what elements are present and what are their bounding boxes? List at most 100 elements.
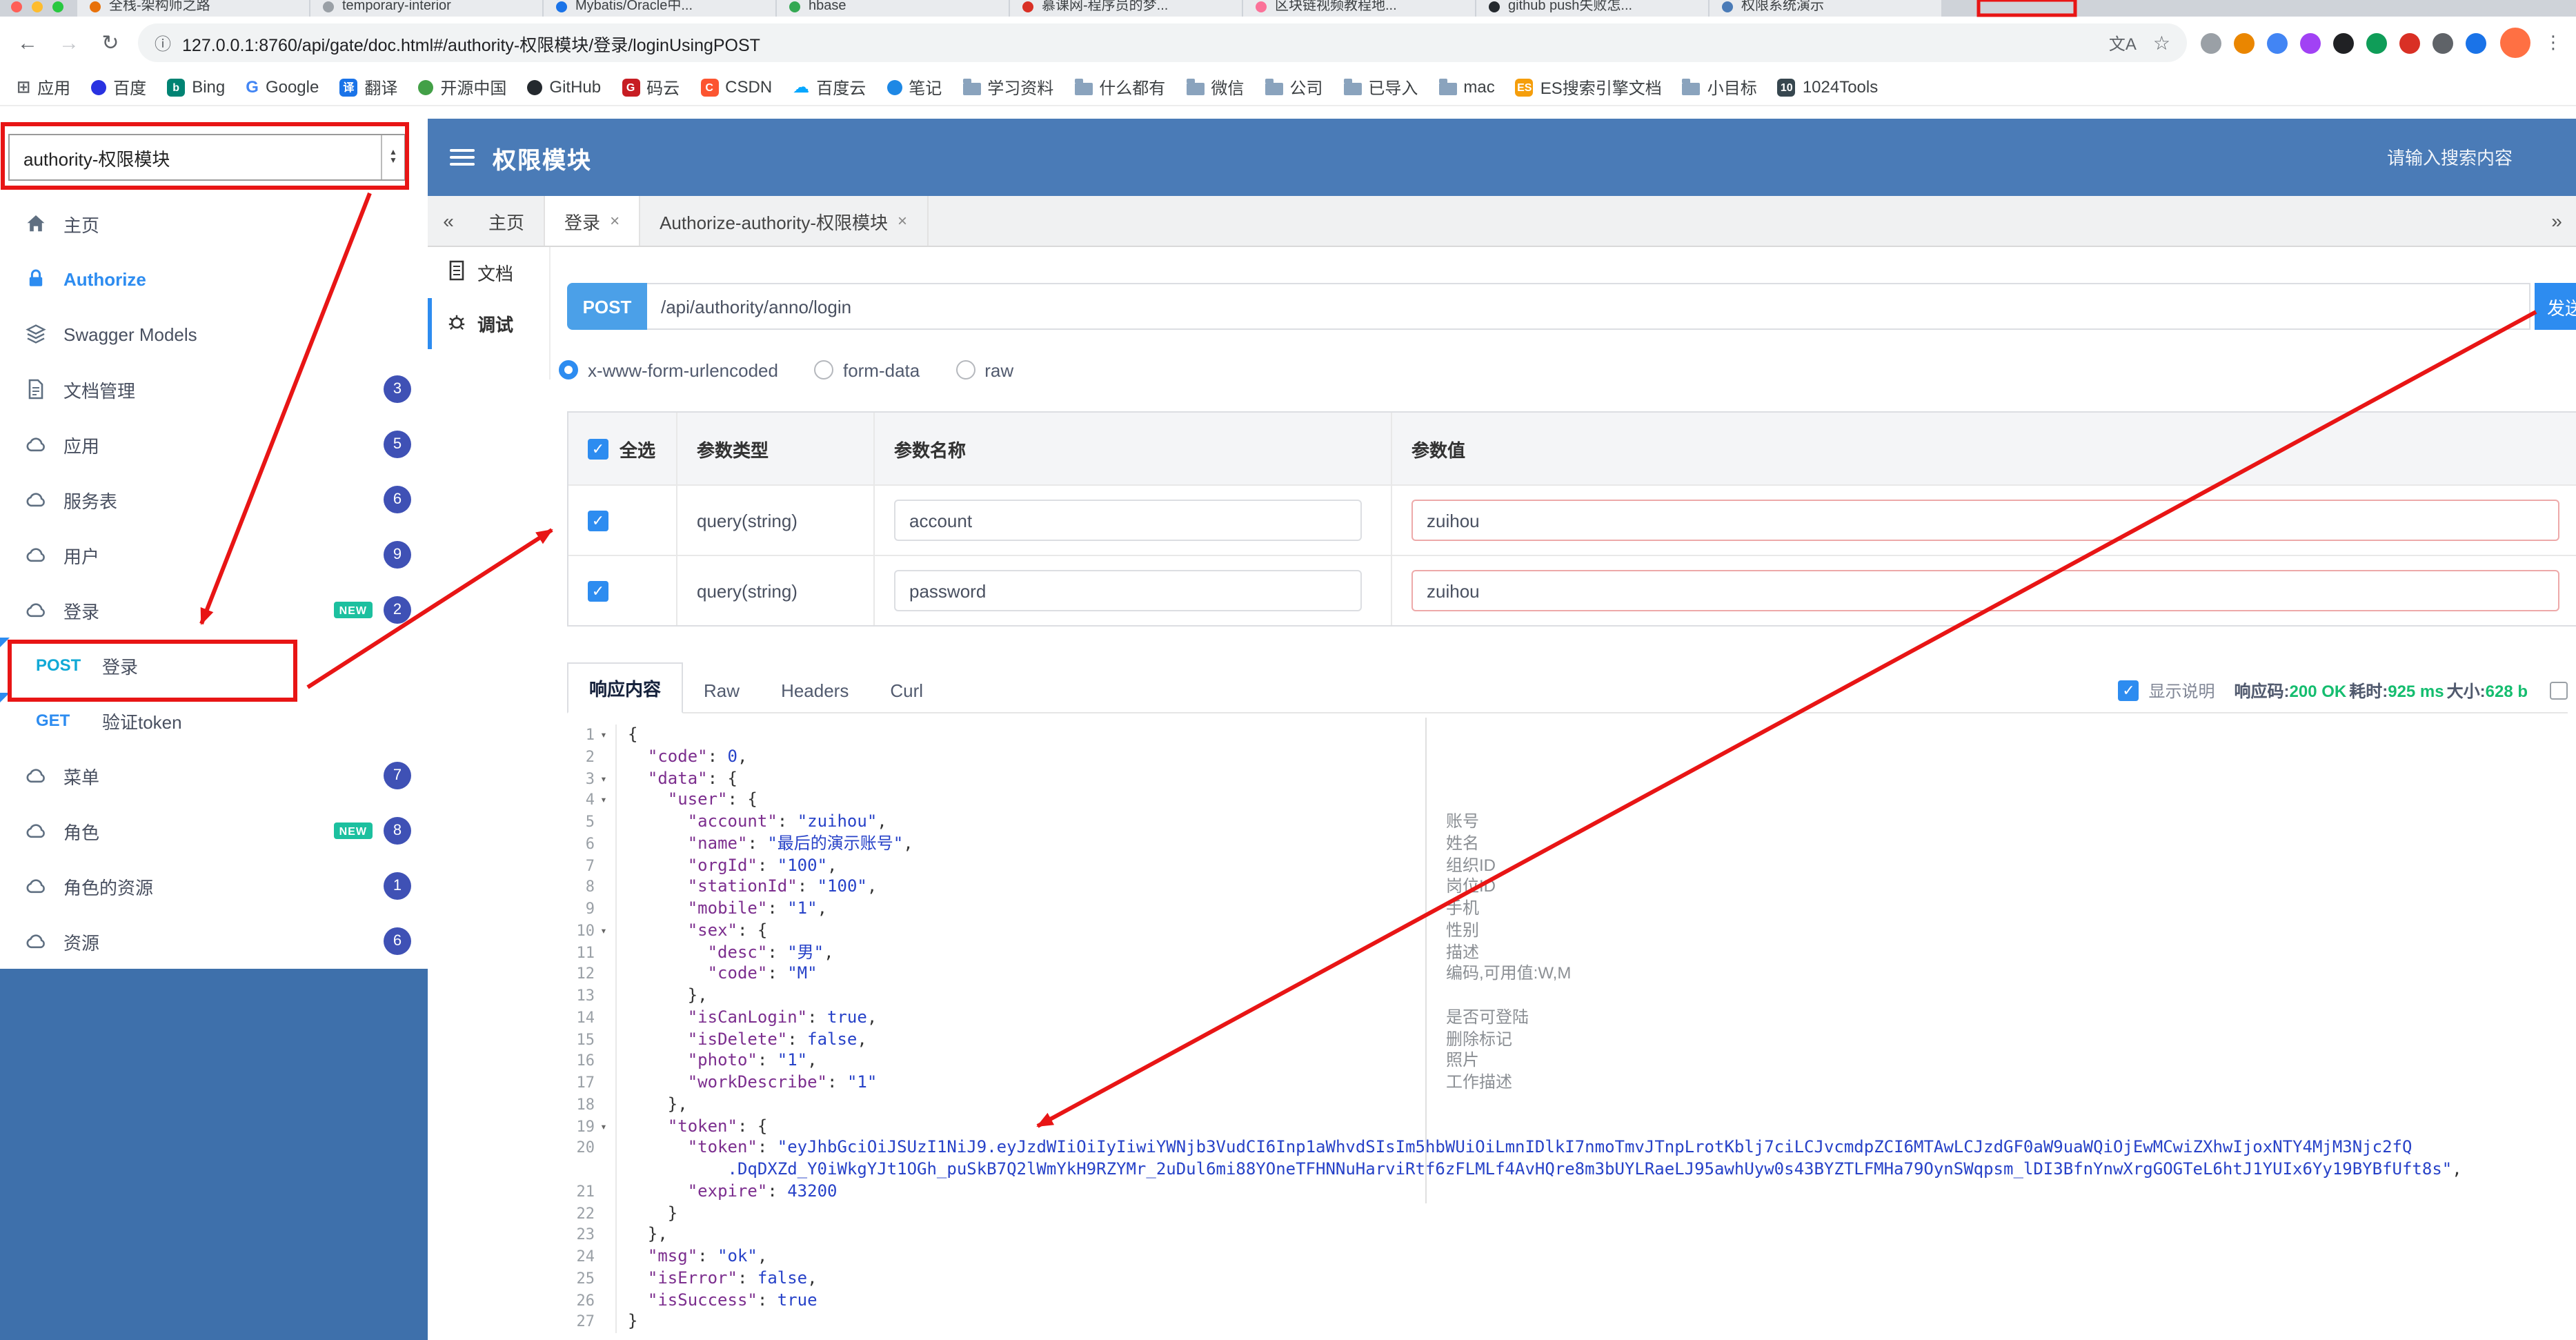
bookmark-item[interactable]: mac bbox=[1438, 77, 1495, 97]
select-all-checkbox[interactable]: ✓ bbox=[588, 438, 608, 459]
response-tab-响应内容[interactable]: 响应内容 bbox=[567, 662, 684, 713]
show-description-checkbox[interactable]: ✓ bbox=[2118, 680, 2139, 701]
bookmark-item[interactable]: 10 1024Tools bbox=[1777, 77, 1878, 97]
doc-nav-文档[interactable]: 文档 bbox=[428, 247, 549, 298]
param-checkbox[interactable]: ✓ bbox=[588, 580, 608, 601]
forward-icon[interactable]: → bbox=[55, 31, 83, 55]
browser-tab[interactable]: 全栈-架构师之路 bbox=[77, 0, 309, 17]
tabs-collapse-icon[interactable]: « bbox=[428, 196, 469, 246]
minimize-window-icon[interactable] bbox=[32, 1, 43, 12]
param-value-input[interactable]: zuihou bbox=[1411, 500, 2559, 541]
bookmark-star-icon[interactable]: ☆ bbox=[2153, 31, 2170, 55]
code-fold-icon[interactable]: ▾ bbox=[597, 725, 610, 747]
sidebar-item-resource[interactable]: 资源 6 bbox=[0, 914, 428, 969]
bookmark-item[interactable]: 什么都有 bbox=[1074, 75, 1165, 99]
bookmark-item[interactable]: b Bing bbox=[167, 77, 225, 97]
extension-icon[interactable] bbox=[2433, 32, 2453, 53]
select-spinner-icon[interactable]: ▲ ▼ bbox=[381, 135, 404, 179]
code-fold-icon[interactable]: ▾ bbox=[597, 768, 610, 790]
bookmark-item[interactable]: GitHub bbox=[527, 77, 601, 97]
response-tab-Raw[interactable]: Raw bbox=[683, 669, 760, 712]
sidebar-item-authorize[interactable]: Authorize bbox=[0, 251, 428, 306]
extension-icon[interactable] bbox=[2366, 32, 2387, 53]
translate-icon[interactable]: 文A bbox=[2109, 31, 2137, 55]
sidebar-item-role-resource[interactable]: 角色的资源 1 bbox=[0, 858, 428, 914]
content-tab[interactable]: 登录 × bbox=[545, 196, 641, 246]
extension-icon[interactable] bbox=[2234, 32, 2255, 53]
project-select[interactable]: authority-权限模块 ▲ ▼ bbox=[8, 134, 406, 181]
content-tab[interactable]: Authorize-authority-权限模块 × bbox=[640, 196, 929, 246]
bookmark-item[interactable]: 百度 bbox=[91, 75, 146, 99]
extension-icon[interactable] bbox=[2466, 32, 2486, 53]
code-fold-icon[interactable]: ▾ bbox=[597, 1116, 610, 1138]
extension-icon[interactable] bbox=[2333, 32, 2354, 53]
param-name-input[interactable]: password bbox=[894, 570, 1362, 611]
sidebar-item-user[interactable]: 用户 9 bbox=[0, 527, 428, 582]
extension-icon[interactable] bbox=[2300, 32, 2321, 53]
browser-menu-icon[interactable]: ⋮ bbox=[2544, 32, 2562, 54]
browser-tab[interactable]: github push失败怎... bbox=[1476, 0, 1708, 17]
bookmark-item[interactable]: ES ES搜索引擎文档 bbox=[1515, 75, 1662, 99]
bookmark-item[interactable]: 公司 bbox=[1265, 75, 1322, 99]
param-checkbox[interactable]: ✓ bbox=[588, 510, 608, 531]
browser-tab[interactable]: 区块链视频教程地... bbox=[1243, 0, 1475, 17]
request-path-input[interactable]: /api/authority/anno/login bbox=[647, 283, 2530, 330]
sidebar-item-login[interactable]: 登录 NEW 2 bbox=[0, 582, 428, 638]
sidebar-item-home[interactable]: 主页 bbox=[0, 196, 428, 251]
back-icon[interactable]: ← bbox=[14, 31, 41, 55]
sidebar-item-op-login[interactable]: POST 登录 bbox=[0, 638, 428, 693]
extension-icon[interactable] bbox=[2267, 32, 2288, 53]
param-value-input[interactable]: zuihou bbox=[1411, 570, 2559, 611]
bookmark-item[interactable]: G Google bbox=[246, 77, 319, 97]
browser-tab[interactable]: temporary-interior bbox=[310, 0, 542, 17]
url-bar[interactable]: ⓘ 127.0.0.1:8760/api/gate/doc.html#/auth… bbox=[138, 23, 2187, 62]
tabs-expand-icon[interactable]: » bbox=[2537, 196, 2576, 246]
bookmark-item[interactable]: G 码云 bbox=[622, 75, 680, 99]
page-info-icon[interactable]: ⓘ bbox=[155, 31, 171, 55]
reload-icon[interactable]: ↻ bbox=[97, 30, 124, 55]
search-input[interactable] bbox=[2308, 146, 2515, 169]
sidebar-item-role[interactable]: 角色 NEW 8 bbox=[0, 803, 428, 858]
browser-tab[interactable]: hbase bbox=[777, 0, 1009, 17]
bookmark-item[interactable]: ☁ 百度云 bbox=[793, 75, 866, 99]
close-tab-icon[interactable]: × bbox=[610, 211, 620, 230]
send-button[interactable]: 发送 bbox=[2535, 283, 2576, 330]
sidebar-item-application[interactable]: 应用 5 bbox=[0, 417, 428, 472]
window-controls[interactable] bbox=[11, 1, 63, 12]
browser-tab[interactable]: 慕课网-程序员的梦... bbox=[1010, 0, 1242, 17]
bookmark-item[interactable]: 笔记 bbox=[886, 75, 942, 99]
sidebar-item-menu[interactable]: 菜单 7 bbox=[0, 748, 428, 803]
zoom-window-icon[interactable] bbox=[52, 1, 63, 12]
browser-tab[interactable]: Mybatis/Oracle中... bbox=[544, 0, 775, 17]
content-type-radio[interactable]: raw bbox=[955, 359, 1013, 380]
bookmark-item[interactable]: 已导入 bbox=[1343, 75, 1418, 99]
bookmark-item[interactable]: 学习资料 bbox=[962, 75, 1053, 99]
browser-tab[interactable]: 权限系统演示 bbox=[1710, 0, 1941, 17]
show-description-toggle[interactable]: ✓ 显示说明 bbox=[2118, 679, 2215, 702]
code-fold-icon[interactable]: ▾ bbox=[597, 920, 610, 943]
bookmark-item[interactable]: 译翻译 bbox=[339, 75, 397, 99]
close-window-icon[interactable] bbox=[11, 1, 22, 12]
extension-icon[interactable] bbox=[2399, 32, 2420, 53]
doc-nav-调试[interactable]: 调试 bbox=[428, 298, 549, 349]
sidebar-item-doc-manage[interactable]: 文档管理 3 bbox=[0, 362, 428, 417]
content-type-radio[interactable]: form-data bbox=[813, 359, 920, 380]
profile-avatar[interactable] bbox=[2500, 28, 2530, 58]
sidebar-item-service[interactable]: 服务表 6 bbox=[0, 472, 428, 527]
sidebar-item-swagger-models[interactable]: Swagger Models bbox=[0, 306, 428, 362]
extension-icon[interactable] bbox=[2201, 32, 2221, 53]
bookmark-item[interactable]: 微信 bbox=[1186, 75, 1244, 99]
response-tab-Headers[interactable]: Headers bbox=[760, 669, 869, 712]
bookmark-item[interactable]: ⊞ 应用 bbox=[17, 75, 70, 99]
fullscreen-icon[interactable] bbox=[2550, 682, 2568, 700]
bookmark-item[interactable]: C CSDN bbox=[700, 77, 772, 97]
sidebar-item-op-verify-token[interactable]: GET 验证token bbox=[0, 693, 428, 748]
param-name-input[interactable]: account bbox=[894, 500, 1362, 541]
close-tab-icon[interactable]: × bbox=[898, 211, 907, 230]
bookmark-item[interactable]: 小目标 bbox=[1682, 75, 1757, 99]
content-type-radio[interactable]: x-www-form-urlencoded bbox=[559, 359, 778, 380]
content-tab[interactable]: 主页 bbox=[469, 196, 546, 246]
response-tab-Curl[interactable]: Curl bbox=[869, 669, 944, 712]
menu-toggle-icon[interactable] bbox=[450, 148, 475, 166]
code-fold-icon[interactable]: ▾ bbox=[597, 790, 610, 812]
